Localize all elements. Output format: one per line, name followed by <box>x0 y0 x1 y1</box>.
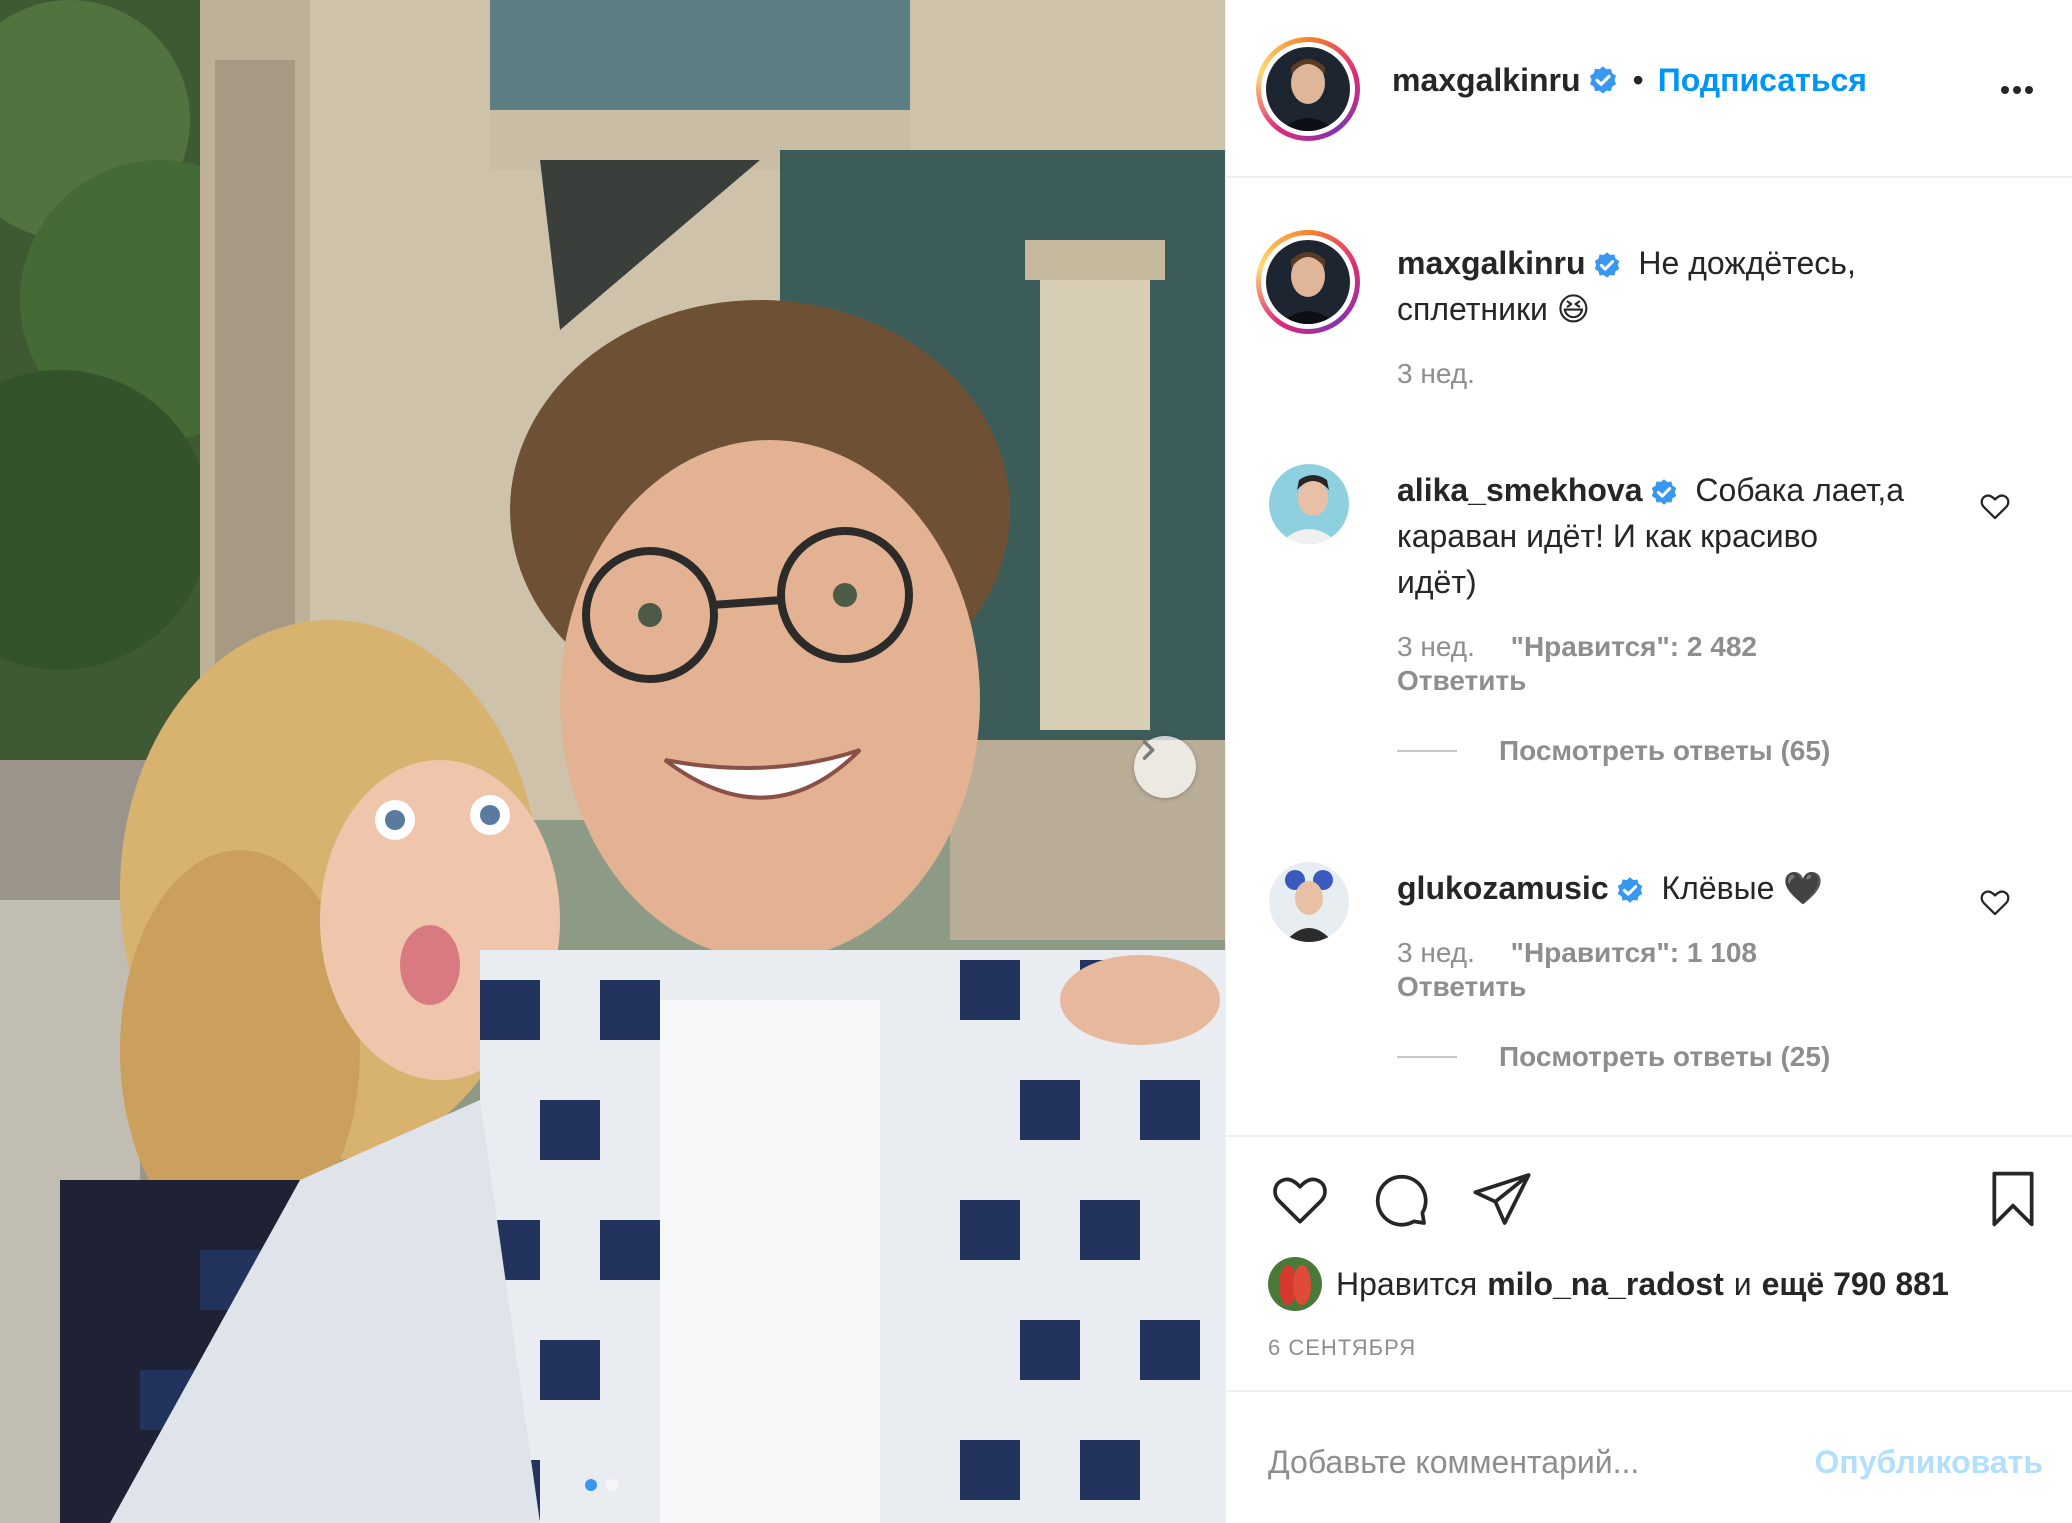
carousel-dot-2 <box>606 1479 618 1491</box>
commenter-avatar[interactable] <box>1269 862 1349 942</box>
save-button[interactable] <box>1981 1167 2045 1236</box>
avatar-image <box>1268 1257 1322 1311</box>
comment-username[interactable]: alika_smekhova <box>1397 472 1643 508</box>
verified-badge-icon <box>1617 876 1642 903</box>
view-replies-label: Посмотреть ответы (25) <box>1499 1041 1831 1072</box>
publish-button[interactable]: Опубликовать <box>1814 1444 2043 1481</box>
share-button[interactable] <box>1470 1167 1534 1236</box>
view-replies-button[interactable]: Посмотреть ответы (25) <box>1397 1041 1977 1073</box>
caption-text-line1: Не дождётесь, <box>1638 245 1856 281</box>
carousel-indicator <box>585 1479 618 1491</box>
comment-time: 3 нед. <box>1397 631 1475 662</box>
comment-bubble-icon <box>1375 1174 1428 1227</box>
comments-list[interactable]: maxgalkinru Не дождётесь, сплетники 😆 3 … <box>1226 180 2072 1135</box>
carousel-next-button[interactable] <box>1134 736 1196 798</box>
caption-author-avatar[interactable] <box>1256 230 1360 334</box>
post-header: maxgalkinru • Подписаться <box>1226 0 2072 178</box>
view-replies-label: Посмотреть ответы (65) <box>1499 735 1831 766</box>
verified-badge-icon <box>1594 251 1619 278</box>
ellipsis-icon <box>2001 86 2033 94</box>
post-photo[interactable] <box>0 0 1225 1523</box>
verified-badge-icon <box>1589 65 1616 94</box>
comment-likes[interactable]: "Нравится": 2 482 <box>1511 631 1757 662</box>
like-comment-button[interactable] <box>1978 489 2012 528</box>
more-options-button[interactable] <box>1997 70 2037 115</box>
likes-summary: Нравится milo_na_radost и ещё 790 881 <box>1268 1257 1949 1311</box>
commenter-avatar[interactable] <box>1269 464 1349 544</box>
comment-time: 3 нед. <box>1397 937 1475 968</box>
comment-likes[interactable]: "Нравится": 1 108 <box>1511 937 1757 968</box>
avatar-image <box>1266 240 1350 324</box>
likes-count[interactable]: ещё 790 881 <box>1762 1266 1949 1303</box>
heart-outline-icon <box>1980 494 2010 520</box>
avatar-image <box>1269 464 1349 544</box>
likes-prefix: Нравится <box>1336 1265 1478 1302</box>
comment-text-line2: караван идёт! И как красиво <box>1397 518 1819 554</box>
like-button[interactable] <box>1268 1167 1332 1236</box>
liker-username[interactable]: milo_na_radost <box>1487 1266 1724 1303</box>
comment-button[interactable] <box>1368 1167 1432 1236</box>
add-comment-bar: Добавьте комментарий... Опубликовать <box>1226 1390 2072 1523</box>
replies-divider <box>1397 750 1457 752</box>
comment: glukozamusic Клёвые 🖤 3 нед. "Нравится":… <box>1397 865 1977 1073</box>
follow-button[interactable]: Подписаться <box>1658 62 1867 99</box>
chevron-right-icon <box>1142 740 1155 760</box>
paper-plane-icon <box>1473 1173 1531 1225</box>
bookmark-icon <box>1992 1171 2034 1227</box>
comment-text: Клёвые 🖤 <box>1661 870 1824 906</box>
reply-button[interactable]: Ответить <box>1397 971 1977 1003</box>
caption-text-line2: сплетники 😆 <box>1397 291 1591 327</box>
caption-username[interactable]: maxgalkinru <box>1397 245 1586 281</box>
author-avatar[interactable] <box>1256 37 1360 141</box>
carousel-dot-1 <box>585 1479 597 1491</box>
reply-button[interactable]: Ответить <box>1397 665 1977 697</box>
heart-outline-icon <box>1980 890 2010 916</box>
post-side-panel: maxgalkinru • Подписаться maxgalkinru Не… <box>1225 0 2072 1523</box>
caption: maxgalkinru Не дождётесь, сплетники 😆 3 … <box>1397 240 2017 390</box>
post-actions: Нравится milo_na_radost и ещё 790 881 6 … <box>1226 1135 2072 1390</box>
comment-text-line3: идёт) <box>1397 564 1477 600</box>
comment-username[interactable]: glukozamusic <box>1397 870 1609 906</box>
avatar-image <box>1266 47 1350 131</box>
header-separator: • <box>1632 62 1644 98</box>
liker-avatar[interactable] <box>1268 1257 1322 1311</box>
likes-middle: и <box>1733 1265 1752 1302</box>
avatar-image <box>1269 862 1349 942</box>
author-username[interactable]: maxgalkinru <box>1392 62 1581 99</box>
post-date[interactable]: 6 СЕНТЯБРЯ <box>1268 1335 1416 1361</box>
heart-icon <box>1273 1177 1327 1224</box>
caption-time: 3 нед. <box>1397 358 1475 389</box>
like-comment-button[interactable] <box>1978 885 2012 924</box>
comment-text-line1: Собака лает,а <box>1695 472 1905 508</box>
view-replies-button[interactable]: Посмотреть ответы (65) <box>1397 735 1977 767</box>
replies-divider <box>1397 1056 1457 1058</box>
photo-illustration <box>0 0 1225 1523</box>
verified-badge-icon <box>1651 478 1676 505</box>
comment: alika_smekhova Собака лает,а караван идё… <box>1397 467 1977 767</box>
comment-input[interactable]: Добавьте комментарий... <box>1268 1444 1639 1481</box>
